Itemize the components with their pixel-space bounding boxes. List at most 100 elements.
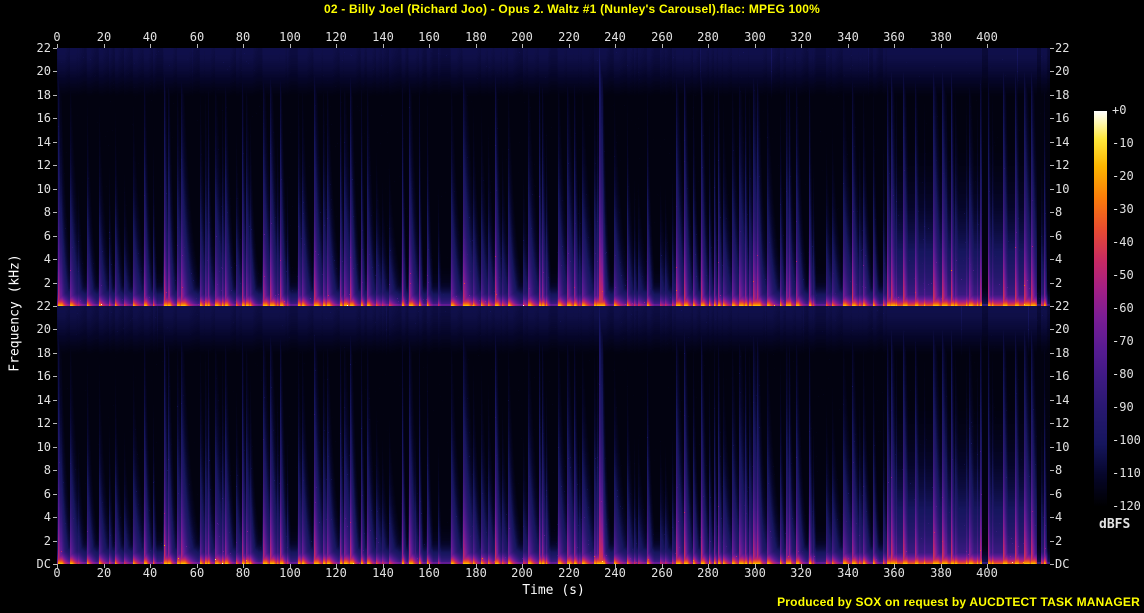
y-axis-tick-label: 22 bbox=[36, 41, 51, 55]
y-axis-tick-label: 4 bbox=[43, 252, 51, 266]
x-axis-tick-label: 120 bbox=[325, 30, 347, 44]
colorbar-tick-label: -60 bbox=[1112, 301, 1134, 315]
y-axis-tick-label: 2 bbox=[1055, 276, 1063, 290]
x-axis-tick bbox=[197, 44, 198, 48]
y-axis-tick-label: 6 bbox=[1055, 229, 1063, 243]
y-axis-tick bbox=[53, 236, 57, 237]
x-axis-tick-label: 380 bbox=[930, 30, 952, 44]
x-axis-tick-label: 20 bbox=[96, 566, 112, 580]
y-axis-tick bbox=[1050, 48, 1054, 49]
x-axis-tick-label: 160 bbox=[418, 566, 440, 580]
y-axis-tick-label: 18 bbox=[36, 88, 51, 102]
y-axis-tick bbox=[53, 71, 57, 72]
colorbar-tick-label: -10 bbox=[1112, 136, 1134, 150]
colorbar-tick-label: -110 bbox=[1112, 466, 1141, 480]
x-axis-tick-label: 360 bbox=[883, 566, 905, 580]
x-axis-tick bbox=[569, 44, 570, 48]
y-axis-tick bbox=[1050, 306, 1054, 307]
colorbar-tick-label: -70 bbox=[1112, 334, 1134, 348]
spectrogram-canvas-channel-2 bbox=[57, 306, 1050, 564]
y-axis-tick-label: 6 bbox=[43, 487, 51, 501]
x-axis-tick-label: 200 bbox=[511, 30, 533, 44]
x-axis-tick-label: 220 bbox=[558, 30, 580, 44]
y-axis-tick-label: 14 bbox=[36, 135, 51, 149]
y-axis-tick bbox=[1050, 470, 1054, 471]
y-axis-tick bbox=[1050, 353, 1054, 354]
y-axis-tick-label: 8 bbox=[1055, 205, 1063, 219]
x-axis-tick bbox=[383, 44, 384, 48]
colorbar-tick-label: -90 bbox=[1112, 400, 1134, 414]
y-axis-tick bbox=[1050, 142, 1054, 143]
y-axis-tick-label: 10 bbox=[36, 440, 51, 454]
x-axis-tick bbox=[150, 44, 151, 48]
x-axis-tick-label: 260 bbox=[651, 30, 673, 44]
colorbar-tick-label: -20 bbox=[1112, 169, 1134, 183]
y-axis-tick-label: 20 bbox=[36, 322, 51, 336]
y-axis-tick bbox=[53, 118, 57, 119]
y-axis-tick bbox=[53, 470, 57, 471]
colorbar-tick-label: -50 bbox=[1112, 268, 1134, 282]
y-axis-tick-label: 12 bbox=[1055, 416, 1070, 430]
y-axis-tick bbox=[53, 376, 57, 377]
y-axis-tick bbox=[1050, 212, 1054, 213]
y-axis-tick bbox=[1050, 189, 1054, 190]
y-axis-tick bbox=[1050, 541, 1054, 542]
y-axis-title: Frequency (kHz) bbox=[7, 254, 23, 372]
y-axis-tick-label: 10 bbox=[1055, 182, 1070, 196]
y-axis-tick-label: 18 bbox=[36, 346, 51, 360]
y-axis-tick-label: 18 bbox=[1055, 88, 1070, 102]
y-axis-tick-label: 8 bbox=[43, 463, 51, 477]
x-axis-tick-label: 300 bbox=[744, 30, 766, 44]
y-axis-tick bbox=[1050, 236, 1054, 237]
y-axis-tick-label: 20 bbox=[36, 64, 51, 78]
x-axis-tick bbox=[243, 44, 244, 48]
y-axis-tick-label: 8 bbox=[1055, 463, 1063, 477]
x-axis-tick-label: 240 bbox=[604, 566, 626, 580]
x-axis-tick bbox=[987, 44, 988, 48]
y-axis-tick bbox=[53, 259, 57, 260]
y-axis-tick-label: 16 bbox=[36, 369, 51, 383]
y-axis-tick-label: 14 bbox=[36, 393, 51, 407]
y-axis-tick bbox=[53, 564, 57, 565]
y-axis-tick-label: 16 bbox=[1055, 369, 1070, 383]
x-axis-tick-label: 180 bbox=[465, 30, 487, 44]
x-axis-tick-label: 40 bbox=[142, 566, 158, 580]
x-axis-tick bbox=[941, 44, 942, 48]
colorbar-tick-label: -40 bbox=[1112, 235, 1134, 249]
y-axis-tick bbox=[53, 517, 57, 518]
x-axis-tick-label: 360 bbox=[883, 30, 905, 44]
x-axis-tick-label: 100 bbox=[279, 566, 301, 580]
y-axis-tick-label: 4 bbox=[1055, 510, 1063, 524]
x-axis-tick bbox=[615, 44, 616, 48]
footer-credit: Produced by SOX on request by AUCDTECT T… bbox=[777, 595, 1140, 609]
y-axis-tick bbox=[53, 541, 57, 542]
y-axis-tick-label: 18 bbox=[1055, 346, 1070, 360]
x-axis-tick-label: 180 bbox=[465, 566, 487, 580]
x-axis-tick-label: 280 bbox=[697, 566, 719, 580]
x-axis-tick-label: 60 bbox=[189, 30, 205, 44]
x-axis-tick bbox=[801, 44, 802, 48]
x-axis-tick-label: 240 bbox=[604, 30, 626, 44]
colorbar-tick-label: -100 bbox=[1112, 433, 1141, 447]
x-axis-tick-label: 340 bbox=[837, 566, 859, 580]
x-axis-tick bbox=[894, 44, 895, 48]
y-axis-tick bbox=[1050, 71, 1054, 72]
x-axis-tick-label: 400 bbox=[976, 566, 998, 580]
x-axis-tick-label: 200 bbox=[511, 566, 533, 580]
y-axis-tick bbox=[53, 283, 57, 284]
y-axis-tick bbox=[1050, 400, 1054, 401]
colorbar-unit-label: dBFS bbox=[1099, 517, 1131, 532]
colorbar-tick-label: -30 bbox=[1112, 202, 1134, 216]
y-axis-tick-label: 12 bbox=[36, 158, 51, 172]
x-axis-tick bbox=[57, 44, 58, 48]
x-axis-tick-label: 80 bbox=[235, 30, 251, 44]
x-axis-tick-label: 380 bbox=[930, 566, 952, 580]
x-axis-tick-label: 220 bbox=[558, 566, 580, 580]
y-axis-tick-label: 2 bbox=[43, 276, 51, 290]
y-axis-tick bbox=[53, 165, 57, 166]
x-axis-tick bbox=[522, 44, 523, 48]
y-axis-tick bbox=[1050, 517, 1054, 518]
y-axis-tick bbox=[1050, 494, 1054, 495]
y-axis-tick bbox=[1050, 283, 1054, 284]
y-axis-tick bbox=[53, 48, 57, 49]
